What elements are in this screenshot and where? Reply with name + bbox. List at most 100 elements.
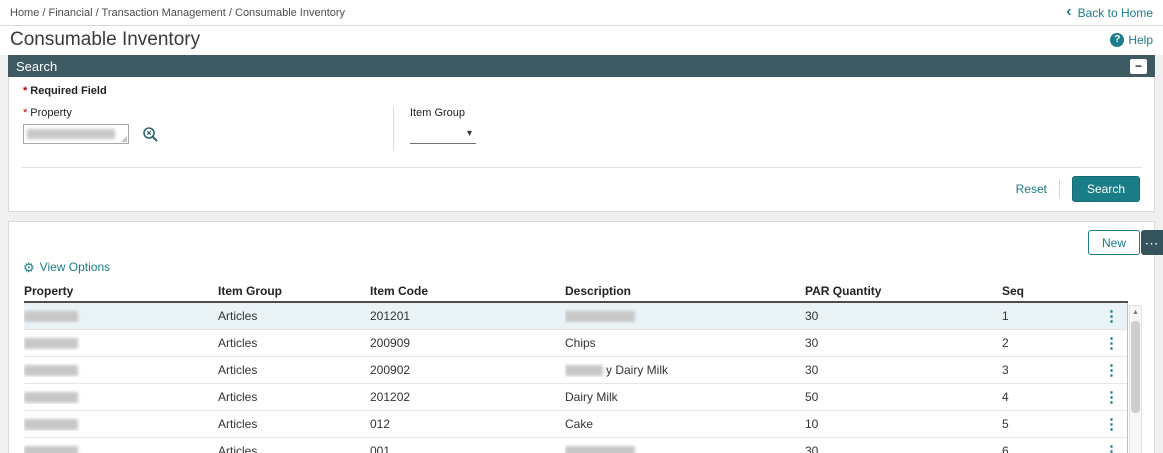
- search-panel: Search − * Required Field * Property Ite…: [8, 55, 1155, 212]
- item-code-cell: 001: [370, 444, 391, 453]
- item-group-cell: Articles: [218, 309, 258, 323]
- seq-cell: 1: [1002, 309, 1009, 323]
- table-row[interactable]: Articles 001 30 6 ⋮: [24, 438, 1127, 453]
- table-row[interactable]: Articles 200902 y Dairy Milk 30 3 ⋮: [24, 357, 1127, 384]
- table-row[interactable]: Articles 012 Cake 10 5 ⋮: [24, 411, 1127, 438]
- item-group-cell: Articles: [218, 336, 258, 350]
- inventory-table: Property Item Group Item Code Descriptio…: [24, 281, 1142, 453]
- top-bar: Home / Financial / Transaction Managemen…: [0, 0, 1163, 26]
- scrollbar-thumb[interactable]: [1131, 321, 1140, 413]
- table-row[interactable]: Articles 201202 Dairy Milk 50 4 ⋮: [24, 384, 1127, 411]
- seq-cell: 3: [1002, 363, 1009, 377]
- collapse-panel-button[interactable]: −: [1130, 58, 1147, 74]
- column-header-item-group: Item Group: [218, 284, 283, 298]
- search-panel-body: * Required Field * Property Item Group ▾…: [8, 77, 1155, 212]
- back-to-home-link[interactable]: ‹ Back to Home: [1066, 2, 1153, 20]
- description-cell: [565, 444, 805, 453]
- property-cell: [24, 363, 218, 377]
- property-cell: [24, 309, 218, 323]
- par-quantity-cell: 10: [805, 417, 819, 431]
- seq-cell: 4: [1002, 390, 1009, 404]
- row-actions-button[interactable]: ⋮: [1098, 309, 1125, 324]
- description-text: Cake: [565, 417, 594, 431]
- item-code-cell: 201201: [370, 309, 411, 323]
- results-actions-row: New ⋯: [9, 222, 1163, 259]
- par-quantity-cell: 30: [805, 309, 819, 323]
- table-row[interactable]: Articles 201201 30 1 ⋮: [24, 303, 1127, 330]
- property-input[interactable]: [23, 124, 129, 144]
- title-bar: Consumable Inventory ? Help: [0, 26, 1163, 55]
- item-code-cell: 200902: [370, 363, 411, 377]
- footer-separator: [1058, 180, 1060, 198]
- search-button[interactable]: Search: [1071, 176, 1140, 202]
- search-footer: Reset Search: [21, 168, 1142, 211]
- item-group-dropdown[interactable]: ▾: [410, 124, 476, 144]
- actions-cell: ⋮: [1095, 417, 1128, 432]
- description-text: y Dairy Milk: [606, 363, 668, 377]
- redacted-text: [565, 446, 635, 453]
- column-header-item-code: Item Code: [370, 284, 429, 298]
- search-panel-header: Search −: [8, 55, 1155, 77]
- column-header-description: Description: [565, 284, 632, 298]
- actions-cell: ⋮: [1095, 363, 1128, 378]
- column-header-par-quantity: PAR Quantity: [805, 284, 882, 298]
- search-panel-title: Search: [16, 58, 58, 74]
- description-text: Dairy Milk: [565, 390, 618, 404]
- par-quantity-cell: 30: [805, 444, 819, 453]
- back-chevron-icon: ‹: [1066, 2, 1072, 20]
- item-group-cell: Articles: [218, 444, 258, 453]
- back-to-home-label: Back to Home: [1077, 5, 1153, 20]
- table-scrollbar[interactable]: ▲: [1129, 305, 1142, 453]
- table-body: Articles 201201 30 1 ⋮ Articles 200909 Chips 30 2…: [24, 303, 1128, 453]
- table-row[interactable]: Articles 200909 Chips 30 2 ⋮: [24, 330, 1127, 357]
- item-group-label: Item Group: [410, 107, 466, 119]
- gear-icon: ⚙: [23, 259, 35, 275]
- description-cell: [565, 309, 805, 323]
- par-quantity-cell: 30: [805, 336, 819, 350]
- page-title: Consumable Inventory: [10, 28, 201, 50]
- redacted-text: [565, 311, 635, 323]
- redacted-text: [27, 129, 115, 139]
- redacted-text: [24, 311, 78, 323]
- row-actions-button[interactable]: ⋮: [1098, 417, 1125, 432]
- row-actions-button[interactable]: ⋮: [1098, 363, 1125, 378]
- seq-cell: 5: [1002, 417, 1009, 431]
- table-header-row: Property Item Group Item Code Descriptio…: [24, 281, 1128, 303]
- help-link[interactable]: ? Help: [1110, 32, 1153, 47]
- property-search-icon[interactable]: [141, 125, 160, 144]
- column-header-seq: Seq: [1002, 284, 1025, 298]
- scroll-up-arrow-icon[interactable]: ▲: [1130, 306, 1141, 319]
- description-cell: Chips: [565, 336, 805, 350]
- seq-cell: 6: [1002, 444, 1009, 453]
- view-options-link[interactable]: View Options: [40, 260, 110, 274]
- redacted-text: [24, 338, 78, 350]
- par-quantity-cell: 30: [805, 363, 819, 377]
- item-code-cell: 200909: [370, 336, 411, 350]
- redacted-text: [24, 419, 78, 431]
- row-actions-button[interactable]: ⋮: [1098, 444, 1125, 453]
- property-label: * Property: [23, 107, 72, 119]
- redacted-text: [24, 446, 78, 453]
- view-options-row: ⚙ View Options: [9, 259, 1154, 279]
- new-button[interactable]: New: [1087, 230, 1140, 255]
- required-field-note: * Required Field: [23, 85, 107, 97]
- description-cell: Dairy Milk: [565, 390, 805, 404]
- actions-cell: ⋮: [1095, 390, 1128, 405]
- redacted-text: [24, 392, 78, 404]
- reset-button[interactable]: Reset: [1016, 182, 1047, 196]
- help-label: Help: [1128, 32, 1153, 47]
- actions-cell: ⋮: [1095, 444, 1128, 453]
- property-cell: [24, 390, 218, 404]
- par-quantity-cell: 50: [805, 390, 819, 404]
- item-group-cell: Articles: [218, 390, 258, 404]
- redacted-text: [24, 365, 78, 377]
- required-asterisk: *: [23, 85, 28, 97]
- overflow-menu-button[interactable]: ⋯: [1141, 230, 1163, 255]
- row-actions-button[interactable]: ⋮: [1098, 390, 1125, 405]
- item-code-cell: 201202: [370, 390, 411, 404]
- property-cell: [24, 417, 218, 431]
- breadcrumb[interactable]: Home / Financial / Transaction Managemen…: [10, 7, 345, 19]
- row-actions-button[interactable]: ⋮: [1098, 336, 1125, 351]
- resize-corner-icon: [121, 136, 127, 142]
- column-header-property: Property: [24, 284, 74, 298]
